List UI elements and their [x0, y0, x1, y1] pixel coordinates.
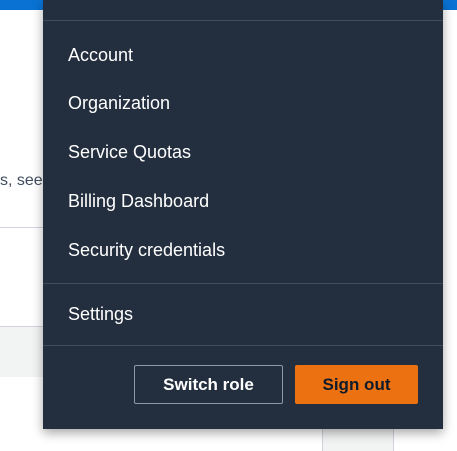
- page-text-fragment: s, see: [0, 172, 43, 189]
- menu-item-security-credentials[interactable]: Security credentials: [68, 239, 225, 261]
- menu-item-billing-dashboard[interactable]: Billing Dashboard: [68, 190, 209, 212]
- menu-divider: [43, 345, 443, 346]
- table-cell: [322, 429, 394, 451]
- menu-item-settings[interactable]: Settings: [68, 303, 133, 325]
- switch-role-button[interactable]: Switch role: [134, 365, 283, 404]
- sign-out-button[interactable]: Sign out: [295, 365, 418, 404]
- menu-item-service-quotas[interactable]: Service Quotas: [68, 141, 191, 163]
- menu-item-organization[interactable]: Organization: [68, 92, 170, 114]
- account-dropdown-menu: Account Organization Service Quotas Bill…: [43, 0, 443, 429]
- menu-divider: [43, 20, 443, 21]
- menu-divider: [43, 283, 443, 284]
- menu-item-account[interactable]: Account: [68, 44, 133, 66]
